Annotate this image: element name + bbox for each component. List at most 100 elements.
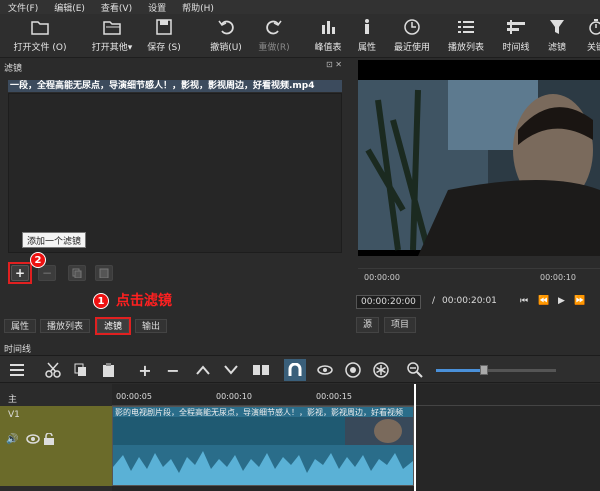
mute-icon[interactable]: 🔊	[6, 434, 18, 445]
zoom-out-icon	[407, 362, 423, 378]
plus-icon: +	[138, 360, 152, 380]
list-icon	[457, 18, 475, 36]
timeline-ruler[interactable]: 00:00:05 00:00:10 00:00:15	[112, 390, 600, 406]
current-timecode[interactable]: 00:00:20:00	[356, 295, 421, 309]
playhead[interactable]	[414, 384, 416, 491]
app-window: 文件(F) 编辑(E) 查看(V) 设置 帮助(H) 打开文件 (O) 打开其他…	[0, 0, 600, 491]
clip-waveform	[113, 417, 413, 485]
tab-export[interactable]: 输出	[135, 319, 168, 333]
scrub-button[interactable]	[316, 361, 334, 379]
video-clip[interactable]: 影的电视剧片段，全程高能无尿点，导演细节感人！，影视，影视周边，好看视频	[112, 406, 414, 486]
video-image	[358, 60, 600, 256]
total-duration: 00:00:20:01	[442, 296, 497, 306]
ruler-mark-5s: 00:00:05	[116, 392, 152, 401]
filters-panel-title: 滤镜	[4, 64, 23, 74]
asterisk-circle-icon	[373, 362, 389, 378]
save-label: 保存 (S)	[147, 43, 181, 53]
open-other-label: 打开其他▾	[91, 43, 133, 53]
save-button[interactable]: 保存 (S)	[134, 18, 194, 53]
filters-tab-highlight	[95, 317, 131, 335]
step-1-badge: 1	[93, 293, 109, 309]
filters-panel: 滤镜 ⊡ ✕ 一段，全程高能无尿点，导演细节感人！，影视，影视周边，好看视频.m…	[0, 58, 352, 316]
tab-project[interactable]: 项目	[384, 317, 417, 333]
copy-filter-button[interactable]	[68, 265, 86, 281]
player-ruler-label-1: 00:00:10	[540, 273, 576, 282]
step-2-badge: 2	[30, 252, 46, 268]
eye-icon	[317, 365, 333, 375]
keyframes-label: 关键	[586, 43, 600, 53]
filter-label: 滤镜	[547, 43, 566, 53]
peak-meter-icon	[319, 18, 337, 36]
copy-button[interactable]	[72, 361, 90, 379]
minus-icon: −	[41, 266, 53, 280]
play-button[interactable]: ▶	[558, 296, 565, 306]
tab-properties[interactable]: 属性	[4, 319, 37, 333]
properties-label: 属性	[357, 43, 376, 53]
info-icon	[358, 18, 376, 36]
menu-edit[interactable]: 编辑(E)	[54, 1, 85, 14]
panel-window-controls[interactable]: ⊡ ✕	[326, 60, 342, 69]
ruler-mark-10s: 00:00:10	[216, 392, 252, 401]
player-ruler[interactable]: 00:00:00 00:00:10	[358, 268, 600, 288]
timeline-icon	[507, 18, 525, 36]
zoom-slider[interactable]	[436, 365, 556, 375]
tab-playlist[interactable]: 播放列表	[40, 319, 91, 333]
v1-track-header[interactable]: V1 🔊	[0, 406, 112, 486]
cut-button[interactable]	[44, 361, 62, 379]
timeline-menu-button[interactable]	[8, 361, 26, 379]
menu-file[interactable]: 文件(F)	[8, 1, 38, 14]
zoom-out-button[interactable]	[406, 361, 424, 379]
recent-button[interactable]: 最近使用	[382, 18, 442, 53]
keyframes-button[interactable]: 关键	[566, 18, 600, 53]
rewind-button[interactable]: ⏪	[538, 296, 549, 306]
open-other-button[interactable]: 打开其他▾	[82, 18, 142, 53]
stopwatch-icon	[587, 18, 600, 36]
ripple-button[interactable]	[344, 361, 362, 379]
open-file-label: 打开文件 (O)	[13, 43, 67, 53]
funnel-icon	[548, 18, 566, 36]
fast-forward-icon: ⏩	[574, 296, 586, 306]
folder-icon	[31, 18, 49, 36]
open-file-button[interactable]: 打开文件 (O)	[10, 18, 70, 53]
tab-source[interactable]: 源	[356, 317, 380, 333]
fast-forward-button[interactable]: ⏩	[574, 296, 585, 306]
zoom-slider-handle[interactable]	[480, 365, 488, 375]
copy-icon	[72, 268, 82, 278]
split-button[interactable]	[252, 361, 270, 379]
zoom-slider-rest	[488, 369, 556, 372]
recent-label: 最近使用	[393, 43, 430, 53]
add-filter-highlight	[8, 262, 32, 284]
folder-open-icon	[103, 18, 121, 36]
skip-start-button[interactable]: ⏮	[520, 296, 528, 306]
clipboard-icon	[103, 363, 114, 377]
snap-button[interactable]	[284, 359, 306, 381]
menu-help[interactable]: 帮助(H)	[182, 1, 214, 14]
copy-icon	[74, 363, 86, 376]
menu-settings[interactable]: 设置	[148, 1, 166, 14]
paste-button[interactable]	[100, 361, 118, 379]
lift-button[interactable]	[194, 361, 212, 379]
eye-icon[interactable]	[26, 434, 40, 447]
ruler-mark-15s: 00:00:15	[316, 392, 352, 401]
video-frame[interactable]	[358, 60, 600, 256]
undo-icon	[217, 18, 235, 36]
redo-icon	[265, 18, 283, 36]
paste-icon	[99, 268, 109, 278]
append-button[interactable]: +	[136, 360, 154, 380]
menubar: 文件(F) 编辑(E) 查看(V) 设置 帮助(H)	[0, 0, 600, 14]
menu-view[interactable]: 查看(V)	[101, 1, 132, 14]
hamburger-icon	[10, 364, 24, 376]
filter-list[interactable]	[8, 93, 342, 253]
rewind-icon: ⏪	[538, 296, 550, 306]
left-panel-tabs: 属性 播放列表 滤镜 输出	[0, 316, 352, 336]
chevron-down-icon	[224, 365, 238, 375]
remove-button[interactable]: −	[164, 361, 182, 380]
lock-icon[interactable]	[44, 432, 54, 448]
player-ruler-label-0: 00:00:00	[364, 273, 400, 282]
overwrite-button[interactable]	[222, 361, 240, 379]
ripple-all-button[interactable]	[372, 361, 390, 379]
paste-filter-button[interactable]	[95, 265, 113, 281]
timeline-area[interactable]: 00:00:05 00:00:10 00:00:15 影的电视剧片段，全程高能无…	[112, 384, 600, 491]
play-icon: ▶	[558, 296, 565, 306]
redo-button[interactable]: 重做(R)	[244, 18, 304, 53]
